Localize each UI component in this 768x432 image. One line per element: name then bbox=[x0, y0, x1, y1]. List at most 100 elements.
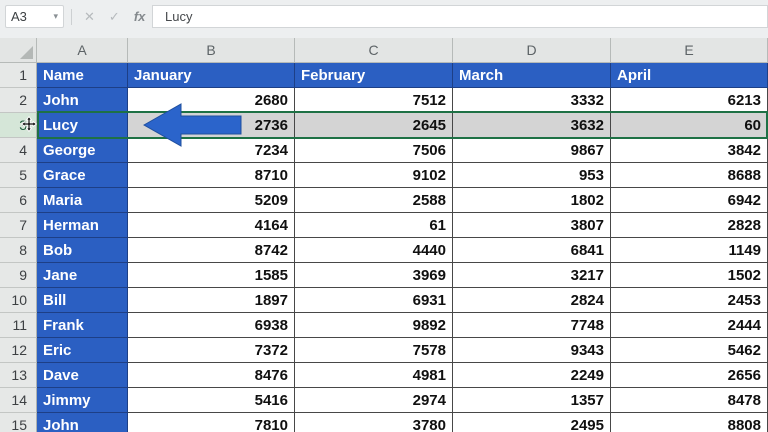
row-header-4[interactable]: 4 bbox=[0, 138, 37, 163]
value-cell[interactable]: 1357 bbox=[453, 388, 611, 413]
value-cell[interactable]: 2588 bbox=[295, 188, 453, 213]
value-cell[interactable]: 6213 bbox=[611, 88, 768, 113]
value-cell[interactable]: 5416 bbox=[128, 388, 295, 413]
value-cell[interactable]: 2828 bbox=[611, 213, 768, 238]
value-cell[interactable]: 4440 bbox=[295, 238, 453, 263]
chevron-down-icon[interactable]: ▾ bbox=[53, 11, 58, 22]
value-cell[interactable]: 953 bbox=[453, 163, 611, 188]
select-all-button[interactable] bbox=[0, 38, 37, 63]
value-cell[interactable]: 2824 bbox=[453, 288, 611, 313]
value-cell[interactable]: 8710 bbox=[128, 163, 295, 188]
column-header-e[interactable]: E bbox=[611, 38, 768, 63]
value-cell[interactable]: 2495 bbox=[453, 413, 611, 432]
name-cell[interactable]: Bob bbox=[37, 238, 128, 263]
row-header-13[interactable]: 13 bbox=[0, 363, 37, 388]
row-header-10[interactable]: 10 bbox=[0, 288, 37, 313]
value-cell[interactable]: 8476 bbox=[128, 363, 295, 388]
value-cell[interactable]: 1149 bbox=[611, 238, 768, 263]
value-cell[interactable]: 4164 bbox=[128, 213, 295, 238]
value-cell[interactable]: 2444 bbox=[611, 313, 768, 338]
value-cell[interactable]: 2656 bbox=[611, 363, 768, 388]
row-header-15[interactable]: 15 bbox=[0, 413, 37, 432]
name-cell[interactable]: John bbox=[37, 88, 128, 113]
value-cell[interactable]: 6931 bbox=[295, 288, 453, 313]
name-cell[interactable]: Herman bbox=[37, 213, 128, 238]
row-header-9[interactable]: 9 bbox=[0, 263, 37, 288]
value-cell[interactable]: 2249 bbox=[453, 363, 611, 388]
column-header-b[interactable]: B bbox=[128, 38, 295, 63]
value-cell[interactable]: 7748 bbox=[453, 313, 611, 338]
row-header-7[interactable]: 7 bbox=[0, 213, 37, 238]
value-cell[interactable]: 8478 bbox=[611, 388, 768, 413]
value-cell[interactable]: 7512 bbox=[295, 88, 453, 113]
column-header-d[interactable]: D bbox=[453, 38, 611, 63]
value-cell[interactable]: 6942 bbox=[611, 188, 768, 213]
name-cell[interactable]: John bbox=[37, 413, 128, 432]
row-header-6[interactable]: 6 bbox=[0, 188, 37, 213]
name-cell[interactable]: Jimmy bbox=[37, 388, 128, 413]
value-cell[interactable]: 6841 bbox=[453, 238, 611, 263]
enter-icon[interactable]: ✓ bbox=[109, 9, 120, 25]
name-box[interactable]: A3 ▾ bbox=[5, 5, 64, 28]
header-cell[interactable]: Name bbox=[37, 63, 128, 88]
value-cell[interactable]: 2974 bbox=[295, 388, 453, 413]
value-cell[interactable]: 9343 bbox=[453, 338, 611, 363]
row-header-12[interactable]: 12 bbox=[0, 338, 37, 363]
value-cell[interactable]: 5462 bbox=[611, 338, 768, 363]
cancel-icon[interactable]: ✕ bbox=[84, 9, 95, 25]
value-cell[interactable]: 3632 bbox=[453, 113, 611, 138]
value-cell[interactable]: 61 bbox=[295, 213, 453, 238]
value-cell[interactable]: 8742 bbox=[128, 238, 295, 263]
value-cell[interactable]: 1802 bbox=[453, 188, 611, 213]
value-cell[interactable]: 5209 bbox=[128, 188, 295, 213]
name-cell[interactable]: Jane bbox=[37, 263, 128, 288]
row-header-11[interactable]: 11 bbox=[0, 313, 37, 338]
insert-function-icon[interactable]: fx bbox=[134, 9, 146, 24]
formula-bar-input[interactable]: Lucy bbox=[152, 5, 768, 28]
name-cell[interactable]: Bill bbox=[37, 288, 128, 313]
value-cell[interactable]: 3807 bbox=[453, 213, 611, 238]
value-cell[interactable]: 3969 bbox=[295, 263, 453, 288]
value-cell[interactable]: 3780 bbox=[295, 413, 453, 432]
value-cell[interactable]: 7810 bbox=[128, 413, 295, 432]
name-cell[interactable]: George bbox=[37, 138, 128, 163]
name-cell[interactable]: Grace bbox=[37, 163, 128, 188]
header-cell[interactable]: March bbox=[453, 63, 611, 88]
value-cell[interactable]: 9892 bbox=[295, 313, 453, 338]
spreadsheet-rows: 1 Name January February March April 2 John 2680 7… bbox=[0, 63, 768, 432]
value-cell[interactable]: 3217 bbox=[453, 263, 611, 288]
value-cell[interactable]: 1897 bbox=[128, 288, 295, 313]
value-cell[interactable]: 2645 bbox=[295, 113, 453, 138]
row-header-8[interactable]: 8 bbox=[0, 238, 37, 263]
column-header-a[interactable]: A bbox=[37, 38, 128, 63]
value-cell[interactable]: 6938 bbox=[128, 313, 295, 338]
value-cell[interactable]: 2453 bbox=[611, 288, 768, 313]
name-cell[interactable]: Dave bbox=[37, 363, 128, 388]
name-cell[interactable]: Eric bbox=[37, 338, 128, 363]
value-cell[interactable]: 8808 bbox=[611, 413, 768, 432]
table-row: 4 George 7234 7506 9867 3842 bbox=[0, 138, 768, 163]
value-cell[interactable]: 60 bbox=[611, 113, 768, 138]
value-cell[interactable]: 8688 bbox=[611, 163, 768, 188]
value-cell[interactable]: 3842 bbox=[611, 138, 768, 163]
value-cell[interactable]: 4981 bbox=[295, 363, 453, 388]
header-cell[interactable]: April bbox=[611, 63, 768, 88]
value-cell[interactable]: 1502 bbox=[611, 263, 768, 288]
value-cell[interactable]: 3332 bbox=[453, 88, 611, 113]
row-header-1[interactable]: 1 bbox=[0, 63, 37, 88]
row-header-2[interactable]: 2 bbox=[0, 88, 37, 113]
value-cell[interactable]: 9102 bbox=[295, 163, 453, 188]
value-cell[interactable]: 7372 bbox=[128, 338, 295, 363]
value-cell[interactable]: 7506 bbox=[295, 138, 453, 163]
value-cell[interactable]: 1585 bbox=[128, 263, 295, 288]
header-cell[interactable]: January bbox=[128, 63, 295, 88]
name-cell[interactable]: Lucy bbox=[37, 113, 128, 138]
value-cell[interactable]: 9867 bbox=[453, 138, 611, 163]
name-cell[interactable]: Maria bbox=[37, 188, 128, 213]
name-cell[interactable]: Frank bbox=[37, 313, 128, 338]
row-header-5[interactable]: 5 bbox=[0, 163, 37, 188]
column-header-c[interactable]: C bbox=[295, 38, 453, 63]
row-header-14[interactable]: 14 bbox=[0, 388, 37, 413]
value-cell[interactable]: 7578 bbox=[295, 338, 453, 363]
header-cell[interactable]: February bbox=[295, 63, 453, 88]
